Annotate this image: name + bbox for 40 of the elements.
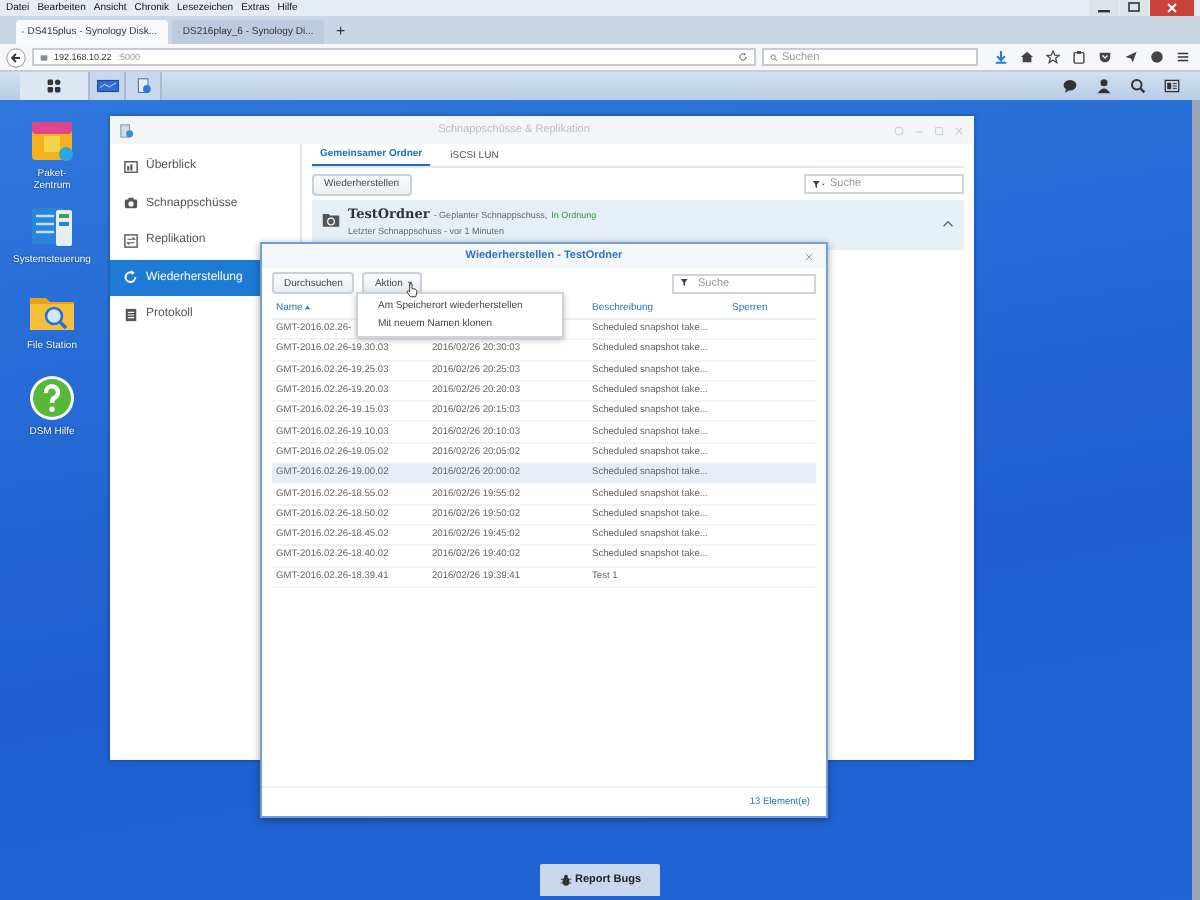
home-icon[interactable] <box>1020 50 1034 64</box>
help-icon[interactable] <box>28 374 76 422</box>
menu-icon[interactable] <box>1176 50 1190 64</box>
close-icon[interactable] <box>1150 0 1194 16</box>
control-panel-icon[interactable] <box>28 202 76 250</box>
maximize-icon[interactable] <box>1120 0 1148 16</box>
clipboard-icon[interactable] <box>1072 50 1086 64</box>
folder-snapshot-icon <box>322 212 340 228</box>
widgets-icon[interactable] <box>1164 78 1180 94</box>
main-menu-button[interactable] <box>20 72 90 100</box>
pocket-icon[interactable] <box>1098 50 1112 64</box>
reload-icon[interactable] <box>738 52 748 62</box>
back-icon[interactable] <box>6 47 26 67</box>
taskbar-app-button[interactable] <box>126 72 162 100</box>
user-icon[interactable] <box>1096 78 1112 94</box>
sidebar-icon <box>124 270 138 285</box>
collapse-icon[interactable] <box>942 220 954 228</box>
sidebar-icon <box>124 159 138 174</box>
send-icon[interactable] <box>1124 50 1138 64</box>
grid-icon <box>46 78 62 94</box>
new-tab-button[interactable]: + <box>328 21 354 39</box>
search-icon <box>770 53 778 61</box>
taskbar-app-button[interactable] <box>90 72 126 100</box>
app-icon <box>120 123 134 137</box>
search-icon[interactable] <box>1130 78 1146 94</box>
star-icon[interactable] <box>1046 50 1060 64</box>
monitor-icon <box>95 78 119 94</box>
sort-ascending-icon <box>304 304 312 312</box>
chat-icon[interactable] <box>1062 78 1078 94</box>
bug-icon <box>559 874 571 886</box>
close-icon[interactable] <box>804 251 814 261</box>
sidebar-icon <box>124 233 138 248</box>
sidebar-icon <box>124 196 138 211</box>
sidebar-icon <box>124 307 138 322</box>
package-icon[interactable] <box>28 116 76 164</box>
download-icon[interactable] <box>994 50 1008 64</box>
minimize-icon[interactable] <box>1090 0 1118 16</box>
snapshot-app-icon <box>135 78 151 94</box>
page-icon[interactable] <box>40 53 48 61</box>
caret-icon <box>406 280 415 286</box>
